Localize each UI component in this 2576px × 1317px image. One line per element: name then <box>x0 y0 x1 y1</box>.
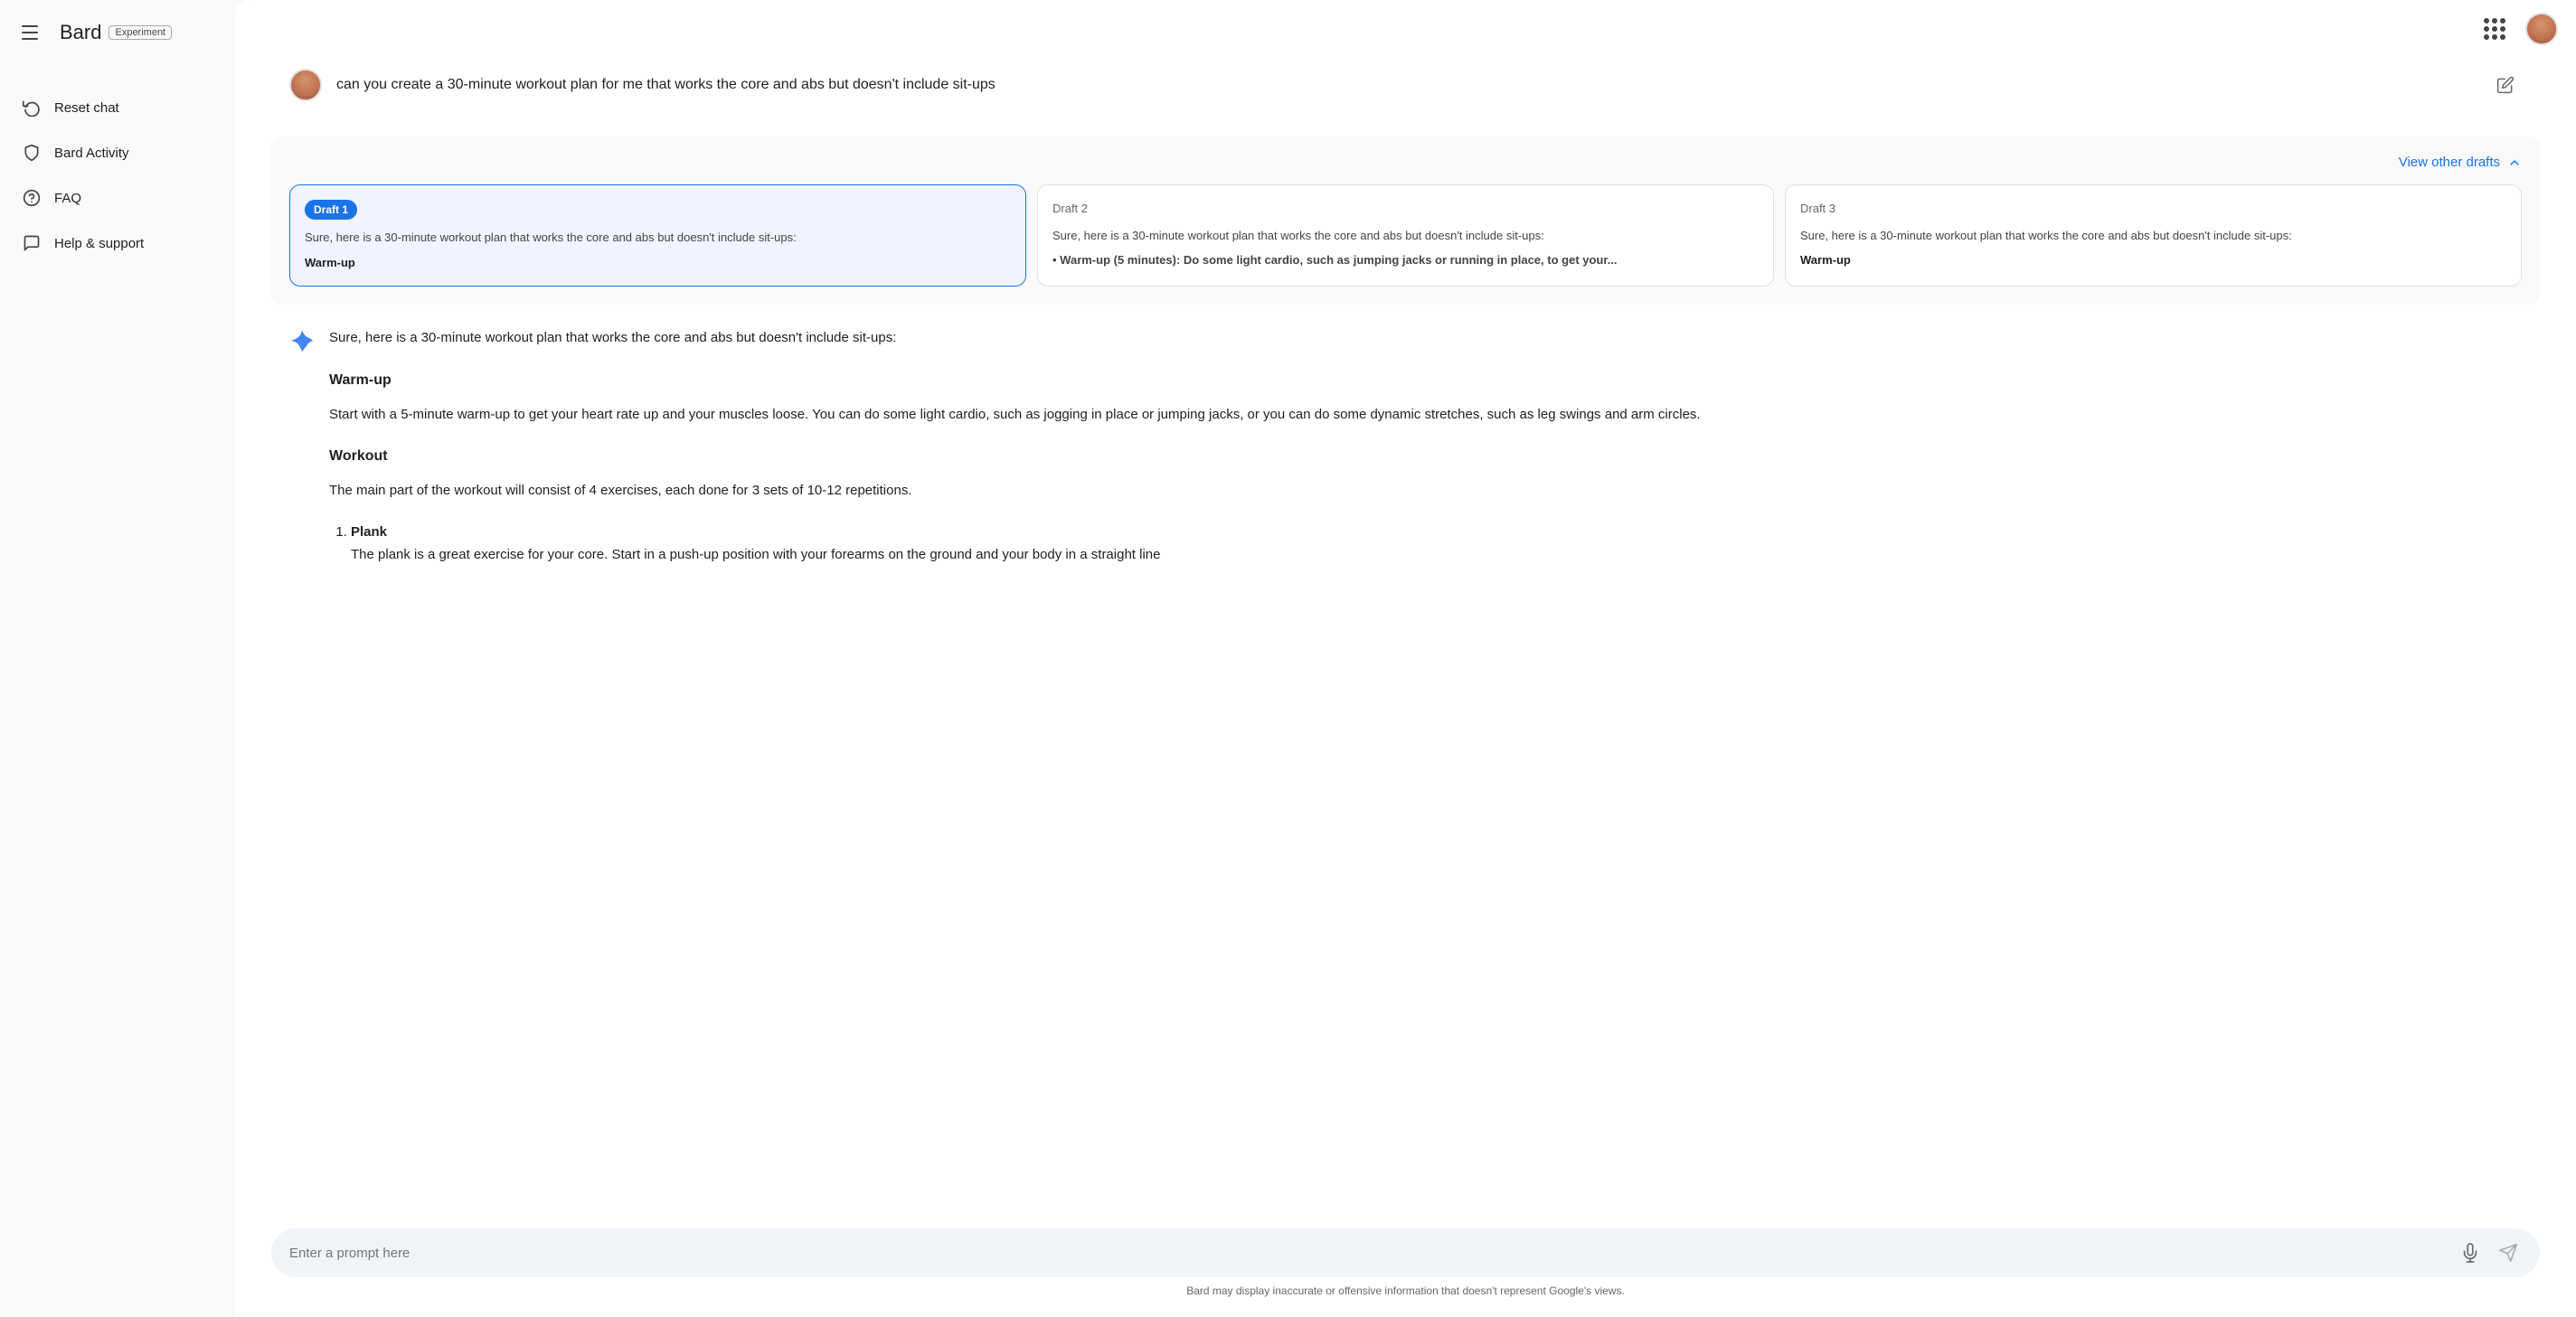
disclaimer-text: Bard may display inaccurate or offensive… <box>271 1277 2540 1308</box>
sidebar-item-help-support[interactable]: Help & support <box>7 222 228 264</box>
hamburger-button[interactable] <box>14 18 45 47</box>
sidebar-nav: Reset chat Bard Activity FAQ <box>0 80 235 271</box>
response-intro: Sure, here is a 30-minute workout plan t… <box>329 326 2522 350</box>
bard-title: Bard <box>60 21 101 44</box>
sidebar-header: Bard Experiment <box>0 11 235 61</box>
sidebar-item-faq[interactable]: FAQ <box>7 177 228 219</box>
help-icon <box>22 233 42 253</box>
exercise-name-plank: Plank <box>351 524 387 540</box>
drafts-header: View other drafts <box>289 155 2522 170</box>
question-icon <box>22 188 42 208</box>
user-message-text: can you create a 30-minute workout plan … <box>336 69 2475 96</box>
response-section-warmup-content: Start with a 5-minute warm-up to get you… <box>329 403 2522 427</box>
bard-response: Sure, here is a 30-minute workout plan t… <box>271 326 2540 581</box>
draft-2-text: Sure, here is a 30-minute workout plan t… <box>1052 227 1759 245</box>
response-section-workout-content: The main part of the workout will consis… <box>329 479 2522 503</box>
user-avatar-small <box>289 69 322 101</box>
draft-3-text: Sure, here is a 30-minute workout plan t… <box>1800 227 2506 245</box>
reset-icon <box>22 98 42 118</box>
draft-1-sub: Warm-up <box>305 254 1011 272</box>
draft-3-sub: Warm-up <box>1800 251 2506 269</box>
topbar <box>2477 11 2558 47</box>
drafts-grid: Draft 1 Sure, here is a 30-minute workou… <box>289 184 2522 287</box>
sidebar-item-reset-chat[interactable]: Reset chat <box>7 87 228 128</box>
exercise-description-plank: The plank is a great exercise for your c… <box>351 543 2522 567</box>
draft-1-label: Draft 1 <box>305 200 357 220</box>
draft-card-3[interactable]: Draft 3 Sure, here is a 30-minute workou… <box>1785 184 2522 287</box>
view-drafts-label: View other drafts <box>2399 155 2500 170</box>
draft-1-text: Sure, here is a 30-minute workout plan t… <box>305 229 1011 247</box>
draft-2-sub: • Warm-up (5 minutes): Do some light car… <box>1052 251 1759 269</box>
microphone-button[interactable] <box>2457 1239 2484 1266</box>
response-section-warmup-title: Warm-up <box>329 368 2522 392</box>
draft-card-1[interactable]: Draft 1 Sure, here is a 30-minute workou… <box>289 184 1026 287</box>
exercise-item-plank: Plank The plank is a great exercise for … <box>351 521 2522 567</box>
input-container <box>271 1228 2540 1277</box>
user-avatar[interactable] <box>2525 13 2558 45</box>
sidebar: Bard Experiment Reset chat Bard Activity <box>0 0 235 1317</box>
draft-2-label: Draft 2 <box>1052 200 1088 218</box>
shield-icon <box>22 143 42 163</box>
draft-3-label: Draft 3 <box>1800 200 1835 218</box>
user-message: can you create a 30-minute workout plan … <box>271 54 2540 118</box>
bard-response-header: Sure, here is a 30-minute workout plan t… <box>289 326 2522 581</box>
experiment-badge: Experiment <box>109 25 172 40</box>
edit-message-button[interactable] <box>2489 69 2522 104</box>
prompt-input[interactable] <box>289 1246 2446 1261</box>
drafts-container: View other drafts Draft 1 Sure, here is … <box>271 136 2540 305</box>
sidebar-item-bard-activity[interactable]: Bard Activity <box>7 132 228 174</box>
main-content: can you create a 30-minute workout plan … <box>235 0 2576 1317</box>
input-area: Bard may display inaccurate or offensive… <box>235 1214 2576 1317</box>
send-button[interactable] <box>2495 1239 2522 1266</box>
chat-area: can you create a 30-minute workout plan … <box>235 0 2576 1214</box>
bard-logo-area: Bard Experiment <box>60 21 172 44</box>
google-apps-button[interactable] <box>2477 11 2513 47</box>
exercise-list: Plank The plank is a great exercise for … <box>351 521 2522 567</box>
response-section-workout-title: Workout <box>329 444 2522 468</box>
sidebar-item-label-reset-chat: Reset chat <box>54 100 119 116</box>
sidebar-item-label-help-support: Help & support <box>54 236 144 251</box>
bard-star-icon <box>289 328 315 353</box>
sidebar-item-label-faq: FAQ <box>54 191 81 206</box>
sidebar-item-label-bard-activity: Bard Activity <box>54 146 129 161</box>
view-other-drafts-button[interactable]: View other drafts <box>2399 155 2522 170</box>
draft-card-2[interactable]: Draft 2 Sure, here is a 30-minute workou… <box>1037 184 1774 287</box>
response-content: Sure, here is a 30-minute workout plan t… <box>329 326 2522 581</box>
